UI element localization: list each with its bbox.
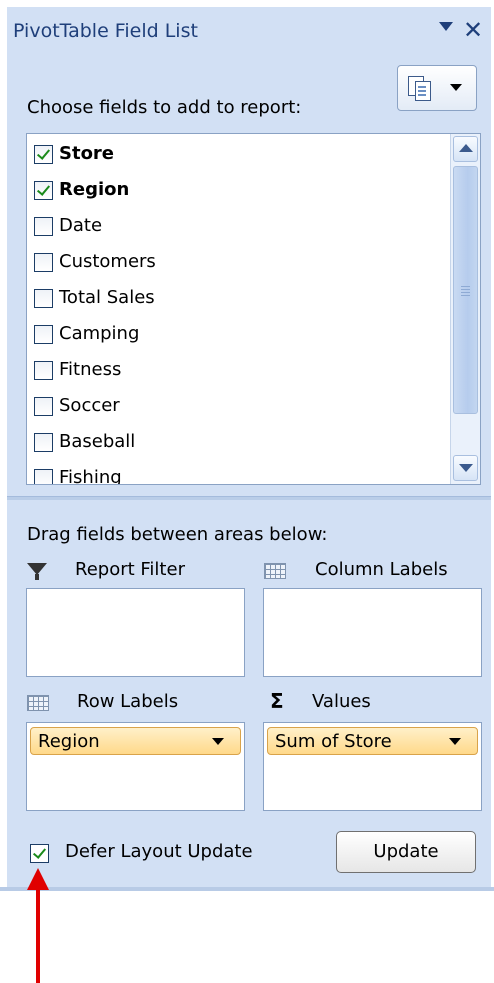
pivottable-field-list-pane: PivotTable Field List ✕ Choose fields to… [7,7,491,887]
report-filter-label: Report Filter [75,559,185,580]
field-item[interactable]: Fitness [34,354,434,388]
scroll-down-button[interactable] [453,455,478,481]
task-pane-options-icon[interactable] [439,22,453,31]
field-item[interactable]: Store [34,138,434,172]
annotation-arrow-stem [36,885,40,983]
chevron-down-icon [450,84,462,91]
field-checkbox[interactable] [34,361,53,380]
field-label: Soccer [59,395,120,416]
row-labels-icon [27,695,49,711]
drag-fields-label: Drag fields between areas below: [27,524,328,545]
choose-fields-label: Choose fields to add to report: [27,97,302,118]
values-field-label: Sum of Store [275,731,392,752]
field-checkbox[interactable] [34,217,53,236]
pane-titlebar: PivotTable Field List ✕ [7,7,491,57]
pane-bottom-edge [0,887,494,891]
close-icon[interactable]: ✕ [463,15,483,45]
column-labels-icon [264,563,286,579]
column-labels-area[interactable] [263,588,482,677]
chevron-down-icon[interactable] [449,738,461,745]
scroll-thumb[interactable] [453,166,478,414]
values-field-sum-of-store[interactable]: Sum of Store [267,727,478,755]
values-area[interactable]: Sum of Store [263,722,482,811]
field-item[interactable]: Customers [34,246,434,280]
field-label: Camping [59,323,140,344]
field-label: Baseball [59,431,136,452]
column-labels-label: Column Labels [315,559,448,580]
defer-layout-update-label: Defer Layout Update [65,841,253,862]
field-label: Region [59,179,130,200]
field-item[interactable]: Baseball [34,426,434,460]
field-checkbox[interactable] [34,289,53,308]
field-list: Store Region Date Customers Total Sales Campi… [26,133,481,485]
field-list-layout-button[interactable] [397,65,477,111]
row-labels-area[interactable]: Region [26,722,245,811]
field-label: Fishing [59,467,122,484]
defer-layout-update-checkbox[interactable] [30,844,49,863]
update-button[interactable]: Update [336,831,476,873]
field-items: Store Region Date Customers Total Sales Campi… [27,134,450,484]
scroll-up-button[interactable] [453,136,478,162]
field-item[interactable]: Soccer [34,390,434,424]
field-checkbox[interactable] [34,253,53,272]
field-item[interactable]: Total Sales [34,282,434,316]
field-label: Date [59,215,103,236]
field-label: Fitness [59,359,122,380]
pane-splitter[interactable] [7,496,491,500]
values-label: Values [312,691,371,712]
field-checkbox[interactable] [34,433,53,452]
field-item[interactable]: Date [34,210,434,244]
chevron-up-icon [459,144,473,152]
field-checkbox[interactable] [34,145,53,164]
field-label: Store [59,143,115,164]
field-checkbox[interactable] [34,181,53,200]
row-labels-field-region[interactable]: Region [30,727,241,755]
field-item[interactable]: Fishing [34,462,434,484]
row-labels-label: Row Labels [77,691,179,712]
chevron-down-icon [459,464,473,472]
field-checkbox[interactable] [34,397,53,416]
report-filter-area[interactable] [26,588,245,677]
field-checkbox[interactable] [34,469,53,484]
field-layout-icon [408,76,431,101]
field-list-scrollbar[interactable] [450,134,480,484]
field-item[interactable]: Camping [34,318,434,352]
sigma-icon: Σ [270,689,284,713]
row-labels-field-label: Region [38,731,100,752]
field-checkbox[interactable] [34,325,53,344]
field-label: Total Sales [59,287,155,308]
pane-title: PivotTable Field List [13,20,198,42]
field-item[interactable]: Region [34,174,434,208]
field-label: Customers [59,251,156,272]
chevron-down-icon[interactable] [212,738,224,745]
